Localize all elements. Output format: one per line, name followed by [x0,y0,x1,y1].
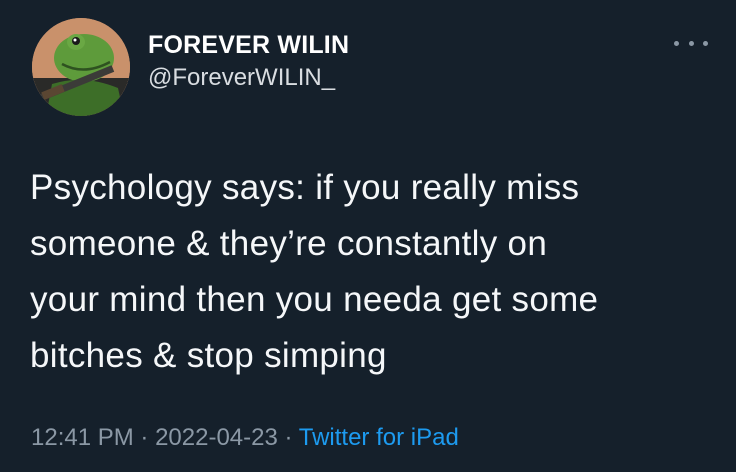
more-options-icon[interactable] [674,38,708,48]
user-names: FOREVER WILIN @ForeverWILIN_ [148,30,349,93]
separator: · [284,424,293,451]
frog-avatar-icon [32,18,130,116]
dot [703,40,708,46]
tweet-time[interactable]: 12:41 PM [31,424,134,451]
tweet-text-line: bitches & stop simping [30,336,387,375]
user-handle[interactable]: @ForeverWILIN_ [148,63,349,93]
tweet-source-link[interactable]: Twitter for iPad [299,424,459,451]
tweet-text-line: your mind then you needa get some [30,280,599,319]
tweet-text: Psychology says: if you really miss some… [30,160,710,384]
separator: · [140,424,149,451]
dot [674,40,679,46]
tweet-metadata: 12:41 PM · 2022-04-23 · Twitter for iPad [31,420,459,456]
tweet-text-line: someone & they’re constantly on [30,224,548,263]
display-name[interactable]: FOREVER WILIN [148,30,349,60]
tweet-date[interactable]: 2022-04-23 [155,424,278,451]
tweet-text-line: Psychology says: if you really miss [30,168,580,207]
dot [688,40,694,46]
tweet-card: FOREVER WILIN @ForeverWILIN_ Psychology … [0,0,736,472]
avatar[interactable] [32,18,130,116]
